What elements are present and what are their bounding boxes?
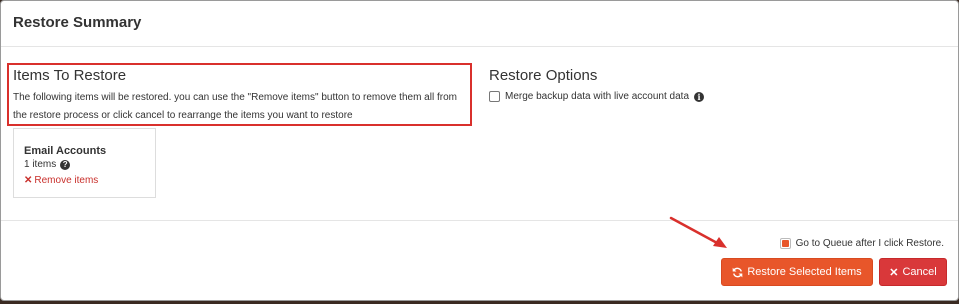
card-title: Email Accounts	[24, 145, 107, 157]
cancel-button[interactable]: ✕ Cancel	[879, 258, 947, 286]
email-accounts-card: Email Accounts 1 items ? ✕ Remove items	[13, 128, 156, 198]
annotation-arrow-icon	[669, 216, 727, 248]
go-to-queue-label: Go to Queue after I click Restore.	[795, 238, 944, 249]
info-circle-icon[interactable]: i	[694, 91, 704, 102]
go-to-queue-checkbox[interactable]	[779, 238, 791, 249]
card-count-row: 1 items ?	[24, 158, 145, 171]
restore-selected-items-button[interactable]: Restore Selected Items	[721, 258, 873, 286]
highlight-annotation-box	[7, 63, 472, 126]
remove-items-label: Remove items	[34, 175, 99, 186]
restore-options-section: Restore Options Merge backup data with l…	[489, 67, 929, 102]
restore-options-title: Restore Options	[489, 67, 598, 84]
merge-option-row: Merge backup data with live account data…	[489, 91, 929, 102]
times-icon: ✕	[24, 175, 33, 186]
modal-title: Restore Summary	[13, 14, 142, 31]
queue-option-row: Go to Queue after I click Restore.	[779, 238, 944, 249]
remove-items-link[interactable]: ✕ Remove items	[24, 173, 145, 188]
merge-backup-checkbox[interactable]	[489, 91, 500, 102]
times-icon: ✕	[889, 266, 899, 279]
merge-backup-label: Merge backup data with live account data	[505, 91, 689, 102]
cancel-button-label: Cancel	[902, 266, 937, 278]
question-circle-icon[interactable]: ?	[60, 159, 71, 170]
restore-summary-modal: Restore Summary Items To Restore The fol…	[0, 0, 959, 301]
refresh-icon	[733, 267, 743, 277]
modal-header: Restore Summary	[1, 1, 958, 47]
restore-button-label: Restore Selected Items	[747, 266, 862, 278]
card-count: 1 items	[24, 159, 57, 170]
